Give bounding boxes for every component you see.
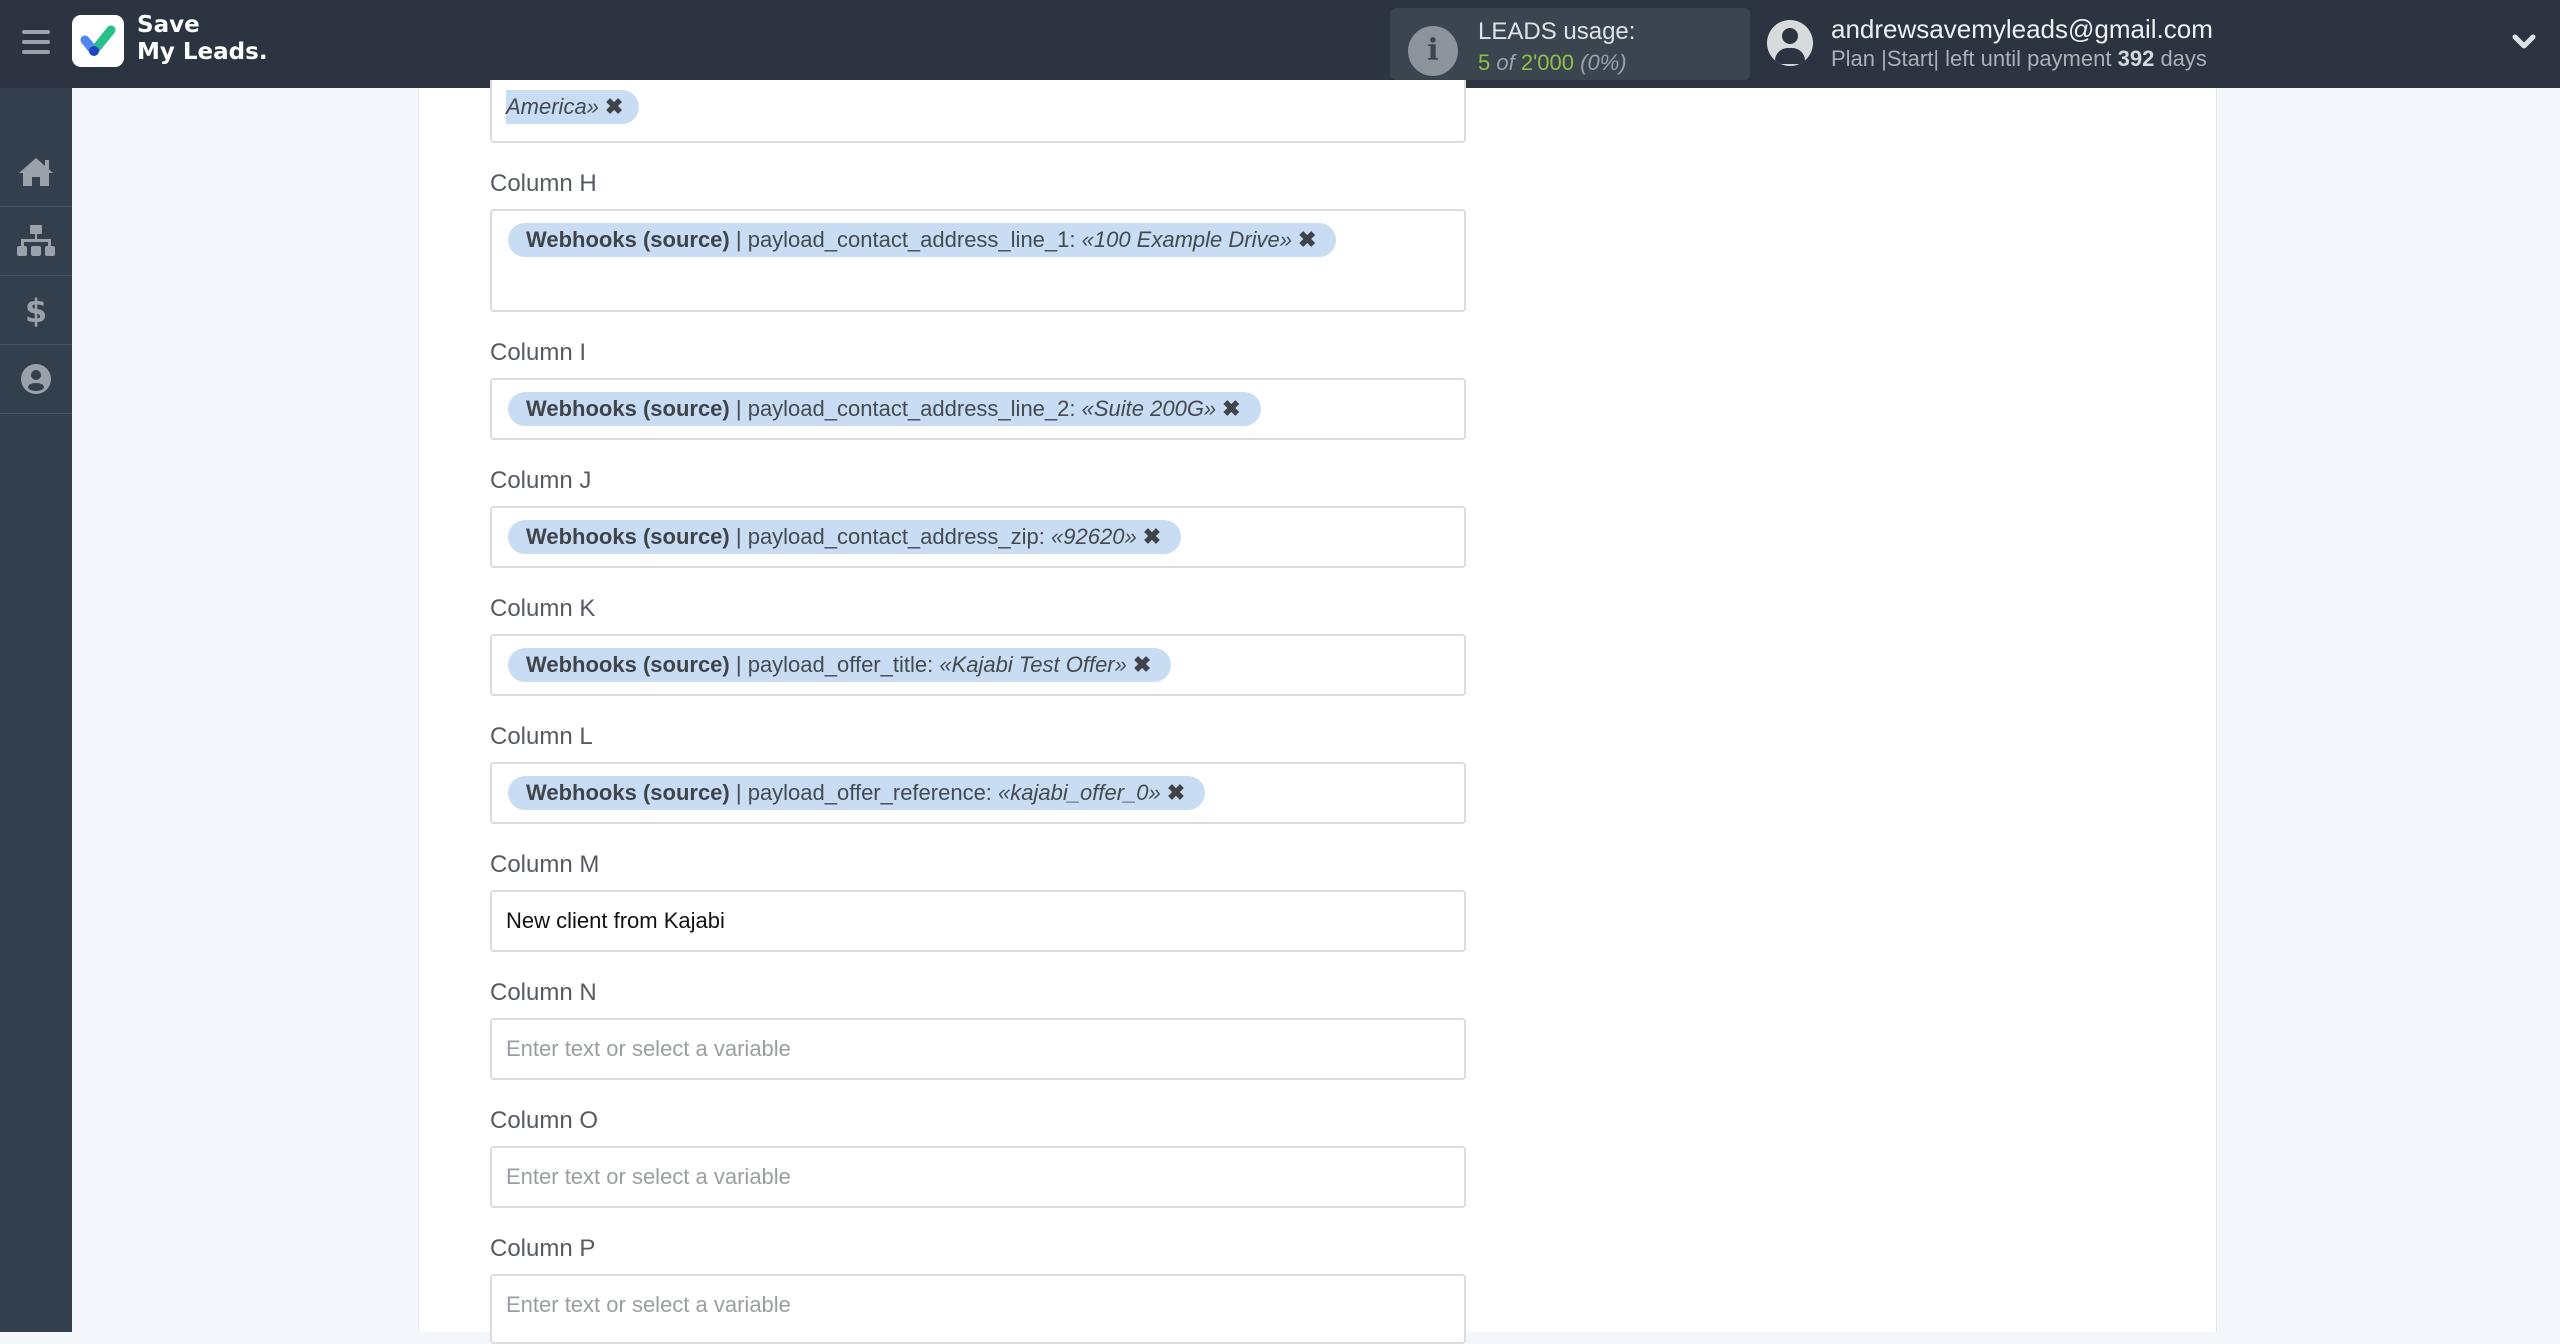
tag-source: Webhooks (source) (526, 780, 730, 805)
tag-source: Webhooks (source) (526, 396, 730, 421)
tag-field: | payload_contact_address_zip: (735, 524, 1045, 549)
column-o-placeholder: Enter text or select a variable (506, 1164, 791, 1189)
tag-value: «Kajabi Test Offer» (939, 652, 1127, 677)
usage-value: 5 of 2'000 (0%) (1478, 50, 1627, 76)
column-p-field[interactable]: Enter text or select a variable (490, 1274, 1466, 1344)
tag-field: | payload_offer_reference: (735, 780, 992, 805)
sidebar-item-home[interactable] (0, 138, 72, 207)
variable-tag: Webhooks (source) | payload_contact_addr… (508, 223, 1337, 257)
tag-value: «kajabi_offer_0» (998, 780, 1161, 805)
column-o-field[interactable]: Enter text or select a variable (490, 1146, 1466, 1208)
column-p-label: Column P (490, 1235, 596, 1262)
column-m-value: New client from Kajabi (506, 908, 725, 933)
tag-source: Webhooks (source) (526, 652, 730, 677)
tag-field: | payload_offer_title: (735, 652, 934, 677)
hamburger-menu-icon[interactable] (22, 30, 50, 56)
sidebar: $ (0, 88, 72, 1332)
plan-info: Plan |Start| left until payment 392 days (1831, 46, 2207, 72)
tag-value: «Suite 200G» (1081, 396, 1217, 421)
tag-value: «100 Example Drive» (1081, 227, 1292, 252)
logo-line-2: My Leads. (137, 39, 268, 65)
column-j-field[interactable]: Webhooks (source) | payload_contact_addr… (490, 506, 1466, 568)
plan-prefix: Plan |Start| left until payment (1831, 46, 2112, 71)
column-l-field[interactable]: Webhooks (source) | payload_offer_refere… (490, 762, 1466, 824)
column-m-field[interactable]: New client from Kajabi (490, 890, 1466, 952)
plan-suffix: days (2160, 46, 2207, 71)
sidebar-item-billing[interactable]: $ (0, 276, 72, 345)
plan-days: 392 (2117, 46, 2155, 71)
column-o-label: Column O (490, 1107, 599, 1134)
top-header: Save My Leads. i LEADS usage: 5 of 2'000… (0, 0, 2560, 88)
column-m-label: Column M (490, 851, 600, 878)
info-icon: i (1408, 26, 1458, 76)
column-i-label: Column I (490, 339, 587, 366)
tag-field: | payload_contact_address_line_1: (735, 227, 1076, 252)
svg-text:$: $ (25, 293, 47, 327)
usage-total: 2'000 (1520, 50, 1575, 75)
chevron-down-icon[interactable] (2510, 30, 2538, 54)
user-circle-icon (21, 364, 51, 394)
remove-tag-icon[interactable]: ✖ (1133, 652, 1151, 677)
column-h-label: Column H (490, 170, 597, 197)
remove-tag-icon[interactable]: ✖ (1222, 396, 1240, 421)
remove-tag-icon[interactable]: ✖ (1298, 227, 1316, 252)
usage-used: 5 (1478, 50, 1491, 75)
variable-tag: America» ✖ (506, 90, 640, 124)
account-email[interactable]: andrewsavemyleads@gmail.com (1831, 14, 2213, 45)
tag-value: America» (506, 94, 599, 119)
remove-tag-icon[interactable]: ✖ (1167, 780, 1185, 805)
logo-line-1: Save (137, 12, 200, 38)
column-l-label: Column L (490, 723, 593, 750)
tag-source: Webhooks (source) (526, 227, 730, 252)
variable-tag: Webhooks (source) | payload_contact_addr… (508, 392, 1261, 426)
column-p-placeholder: Enter text or select a variable (506, 1292, 791, 1317)
leads-usage-panel: i LEADS usage: 5 of 2'000 (0%) (1390, 8, 1750, 80)
logo-text[interactable]: Save My Leads. (137, 12, 268, 66)
variable-tag: Webhooks (source) | payload_offer_title:… (508, 648, 1172, 682)
remove-tag-icon[interactable]: ✖ (1143, 524, 1161, 549)
tag-field: | payload_contact_address_line_2: (735, 396, 1076, 421)
user-avatar-icon[interactable] (1767, 20, 1813, 66)
sitemap-icon (17, 225, 55, 256)
column-g-field[interactable]: America» ✖ (490, 80, 1466, 143)
column-j-label: Column J (490, 467, 592, 494)
sidebar-item-account[interactable] (0, 345, 72, 414)
column-n-label: Column N (490, 979, 597, 1006)
variable-tag: Webhooks (source) | payload_contact_addr… (508, 520, 1182, 554)
sidebar-item-connections[interactable] (0, 207, 72, 276)
variable-tag: Webhooks (source) | payload_offer_refere… (508, 776, 1206, 810)
usage-of: of (1496, 50, 1515, 75)
column-k-field[interactable]: Webhooks (source) | payload_offer_title:… (490, 634, 1466, 696)
tag-value: «92620» (1051, 524, 1137, 549)
column-n-placeholder: Enter text or select a variable (506, 1036, 791, 1061)
usage-percent: (0%) (1580, 50, 1627, 75)
home-icon (19, 158, 53, 186)
column-k-label: Column K (490, 595, 596, 622)
dollar-icon: $ (25, 293, 47, 327)
remove-tag-icon[interactable]: ✖ (605, 94, 623, 119)
column-h-field[interactable]: Webhooks (source) | payload_contact_addr… (490, 209, 1466, 312)
column-i-field[interactable]: Webhooks (source) | payload_contact_addr… (490, 378, 1466, 440)
column-n-field[interactable]: Enter text or select a variable (490, 1018, 1466, 1080)
tag-source: Webhooks (source) (526, 524, 730, 549)
logo-icon[interactable] (72, 15, 124, 67)
usage-title: LEADS usage: (1478, 18, 1636, 45)
